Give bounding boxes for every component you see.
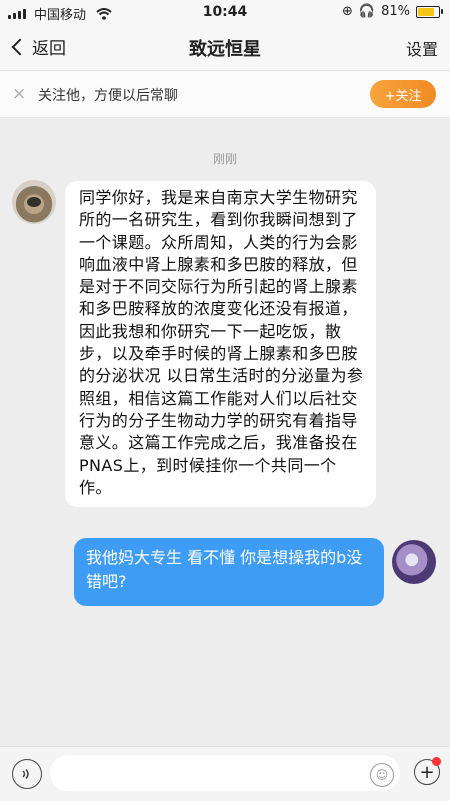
headphones-icon: 🎧 bbox=[358, 4, 376, 19]
page-title: 致远恒星 bbox=[189, 39, 261, 60]
battery-icon bbox=[416, 5, 443, 18]
voice-icon[interactable] bbox=[12, 759, 42, 789]
follow-banner: × 关注他，方便以后常聊 +关注 bbox=[0, 71, 450, 118]
lock-rotation-icon: ⊕ bbox=[342, 4, 353, 19]
follow-button[interactable]: +关注 bbox=[370, 80, 436, 108]
close-icon[interactable]: × bbox=[12, 84, 26, 104]
message-input[interactable] bbox=[50, 755, 400, 791]
follow-prompt-text: 关注他，方便以后常聊 bbox=[38, 88, 178, 104]
user-avatar[interactable] bbox=[392, 540, 436, 584]
message-timestamp: 刚刚 bbox=[212, 152, 237, 166]
battery-percent: 81% bbox=[381, 4, 410, 19]
battery-fill bbox=[418, 7, 434, 16]
nav-bar: 返回 致远恒星 设置 bbox=[0, 24, 450, 71]
notification-dot bbox=[432, 757, 441, 766]
settings-button[interactable]: 设置 bbox=[406, 36, 438, 60]
status-bar: 中国移动 10:44 ⊕ 🎧 81% bbox=[0, 0, 450, 24]
emoji-icon[interactable]: ☺ bbox=[370, 763, 394, 787]
plus-icon[interactable]: + bbox=[414, 757, 441, 785]
sent-message-bubble: 我他妈大专生 看不懂 你是想操我的b没错吧? bbox=[74, 538, 384, 606]
status-right: ⊕ 🎧 81% bbox=[342, 4, 443, 19]
received-message-bubble: 同学你好，我是来自南京大学生物研究所的一名研究生，看到你我瞬间想到了一个课题。众… bbox=[65, 181, 376, 508]
contact-avatar[interactable] bbox=[12, 180, 56, 224]
input-bar: ☺ + bbox=[0, 746, 450, 801]
